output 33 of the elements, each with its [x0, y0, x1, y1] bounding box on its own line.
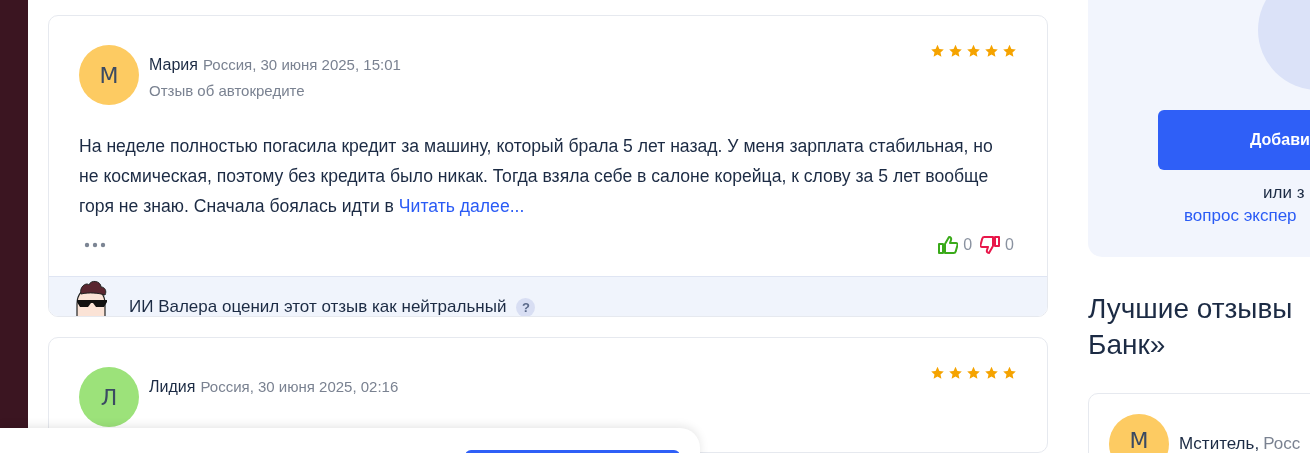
star-icon	[984, 366, 999, 381]
ai-verdict-text: ИИ Валера оценил этот отзыв как нейтральный	[129, 297, 507, 317]
star-icon	[1002, 44, 1017, 58]
thumbs-down-icon[interactable]	[980, 236, 1001, 254]
best-reviews-heading: Лучшие отзывы Банк»	[1088, 292, 1294, 362]
star-icon	[1002, 366, 1017, 381]
review-meta: Россия, 30 июня 2025, 15:01	[203, 56, 401, 73]
add-review-button[interactable]: Добави	[1158, 110, 1310, 170]
thumbs-up-icon[interactable]	[938, 236, 959, 254]
avatar: Л	[79, 367, 139, 428]
review-meta: Росс	[1263, 434, 1301, 453]
help-button[interactable]: ?	[516, 298, 536, 317]
author-name: Мститель,	[1179, 434, 1260, 453]
more-options-icon[interactable]	[84, 242, 106, 248]
avatar: М	[1109, 414, 1169, 453]
star-icon	[930, 366, 945, 381]
review-text: На неделе полностью погасила кредит за машину, который брала 5 лет назад. У меня зарплата стабильная, но не космическая, поэтому без кредита было никак. Тогда взяла себе в салоне корейца, к слову за 5 лет вообще горя не знаю. Сначала боялась идти в Читать далее...	[79, 135, 994, 218]
author-name: Мария	[149, 56, 198, 73]
star-icon	[930, 44, 945, 58]
review-meta: Россия, 30 июня 2025, 02:16	[200, 378, 399, 396]
ask-expert-link[interactable]: вопрос экспер	[1184, 206, 1297, 226]
star-icon	[984, 44, 999, 58]
star-icon	[966, 366, 981, 381]
like-count: 0	[963, 236, 973, 254]
avatar: М	[79, 45, 139, 105]
author-name: Лидия	[149, 378, 196, 396]
star-icon	[966, 44, 981, 58]
star-icon	[948, 366, 963, 381]
read-more-link[interactable]: Читать далее...	[398, 196, 525, 216]
dislike-count: 0	[1005, 236, 1014, 254]
or-text: или з	[1263, 183, 1305, 203]
star-icon	[948, 44, 963, 58]
review-subject: Отзыв об автокредите	[149, 82, 306, 99]
